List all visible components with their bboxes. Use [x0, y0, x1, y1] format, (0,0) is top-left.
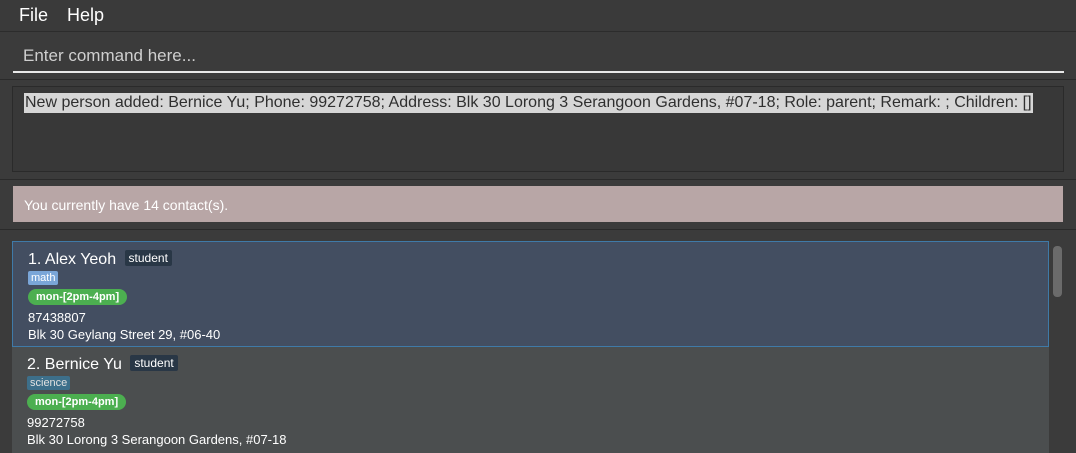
contact-address: Blk 30 Geylang Street 29, #06-40 [28, 327, 221, 342]
subject-tag: science [27, 376, 71, 390]
role-tag: student [124, 250, 172, 266]
contact-address: Blk 30 Lorong 3 Serangoon Gardens, #07-1… [27, 432, 287, 447]
contact-phone: 87438807 [28, 310, 86, 325]
subject-tag: math [28, 271, 59, 285]
contact-name: Alex Yeoh [44, 251, 117, 268]
contact-index: 2. [27, 356, 41, 373]
command-box [13, 38, 1064, 73]
contact-phone: 99272758 [27, 415, 85, 430]
result-message: New person added: Bernice Yu; Phone: 992… [24, 93, 1033, 113]
status-message: You currently have 14 contact(s). [24, 197, 229, 213]
menu-bar: File Help [0, 0, 1076, 32]
menu-file[interactable]: File [19, 5, 48, 26]
schedule-tag: mon-[2pm-4pm] [28, 289, 128, 305]
contact-card[interactable]: 2. Bernice Yu student science mon-[2pm-4… [12, 347, 1049, 453]
contact-name: Bernice Yu [44, 356, 122, 373]
divider [0, 179, 1076, 180]
command-input[interactable] [13, 38, 1064, 71]
list-scrollbar-thumb[interactable] [1053, 246, 1062, 297]
contact-name-line: 2. Bernice Yu student [27, 355, 178, 374]
contact-name-line: 1. Alex Yeoh student [28, 250, 172, 269]
result-display[interactable]: New person added: Bernice Yu; Phone: 992… [12, 86, 1064, 172]
divider [0, 79, 1076, 80]
contact-index: 1. [28, 251, 42, 268]
status-bar: You currently have 14 contact(s). [13, 186, 1063, 222]
contact-card[interactable]: 1. Alex Yeoh student math mon-[2pm-4pm] … [12, 241, 1049, 347]
menu-help[interactable]: Help [67, 5, 104, 26]
role-tag: student [130, 355, 178, 371]
divider [0, 229, 1076, 230]
schedule-tag: mon-[2pm-4pm] [27, 394, 127, 410]
